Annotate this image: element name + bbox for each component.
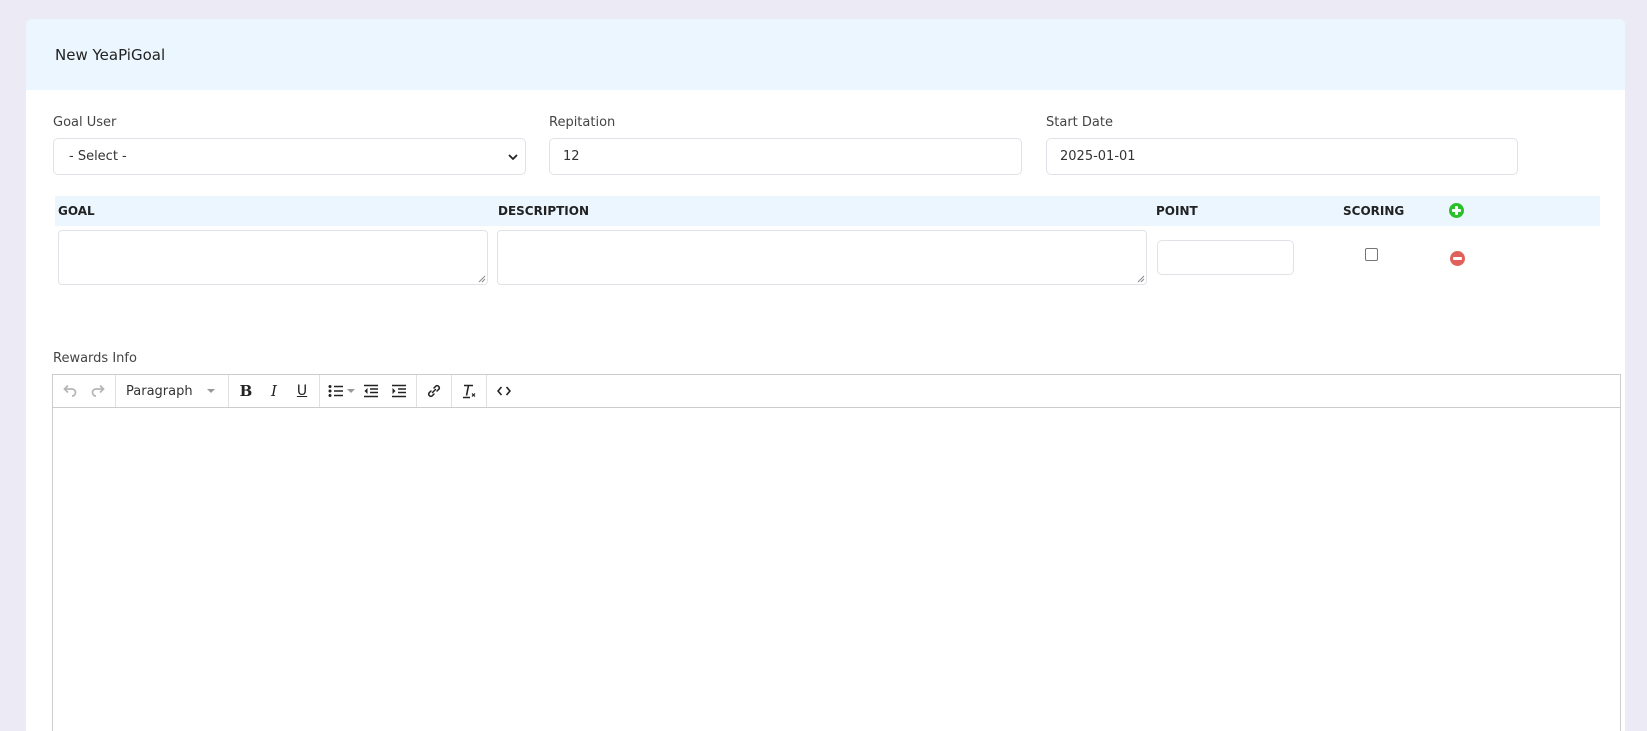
toolbar-history-group — [53, 375, 116, 407]
goal-user-select[interactable]: - Select - — [53, 138, 526, 175]
rewards-info-label: Rewards Info — [53, 351, 137, 366]
clear-formatting-icon[interactable] — [455, 377, 483, 405]
undo-icon[interactable] — [56, 377, 84, 405]
toolbar-style-group: B I U — [229, 375, 320, 407]
editor-toolbar: Paragraph B I U — [53, 375, 1620, 408]
card-header: New YeaPiGoal — [26, 19, 1625, 90]
link-icon[interactable] — [420, 377, 448, 405]
start-date-label: Start Date — [1046, 115, 1113, 130]
goal-form-card: New YeaPiGoal Goal User - Select - Repit… — [26, 19, 1625, 731]
column-header-goal: GOAL — [58, 204, 95, 218]
outdent-icon[interactable] — [357, 377, 385, 405]
remove-row-icon[interactable] — [1450, 251, 1465, 266]
repitation-input[interactable]: 12 — [549, 138, 1022, 175]
start-date-input[interactable]: 2025-01-01 — [1046, 138, 1518, 175]
chevron-down-icon — [508, 154, 518, 160]
bullet-list-icon[interactable] — [323, 377, 357, 405]
toolbar-format-group: Paragraph — [116, 375, 229, 407]
repitation-label: Repitation — [549, 115, 616, 130]
caret-down-icon — [207, 389, 215, 393]
caret-down-icon — [347, 389, 355, 393]
repitation-value: 12 — [563, 149, 580, 164]
add-row-icon[interactable] — [1449, 203, 1464, 218]
underline-icon[interactable]: U — [288, 377, 316, 405]
point-input[interactable] — [1157, 240, 1294, 275]
block-format-label: Paragraph — [126, 383, 193, 399]
start-date-value: 2025-01-01 — [1060, 149, 1136, 164]
toolbar-link-group — [417, 375, 452, 407]
resize-grip-icon[interactable] — [1137, 275, 1145, 283]
goal-textarea[interactable] — [58, 230, 488, 285]
scoring-checkbox[interactable] — [1365, 248, 1378, 261]
italic-icon[interactable]: I — [260, 377, 288, 405]
resize-grip-icon[interactable] — [478, 275, 486, 283]
toolbar-list-group — [320, 375, 417, 407]
page-title: New YeaPiGoal — [55, 45, 166, 64]
description-textarea[interactable] — [497, 230, 1147, 285]
block-format-dropdown[interactable]: Paragraph — [119, 377, 225, 405]
toolbar-clear-group — [452, 375, 487, 407]
toolbar-code-group — [487, 375, 521, 407]
rich-text-editor: Paragraph B I U — [52, 374, 1621, 731]
goal-user-label: Goal User — [53, 115, 117, 130]
goals-table-header: GOAL DESCRIPTION POINT SCORING — [55, 196, 1600, 226]
column-header-scoring: SCORING — [1343, 204, 1405, 218]
editor-content-area[interactable] — [53, 408, 1620, 731]
column-header-point: POINT — [1156, 204, 1198, 218]
indent-icon[interactable] — [385, 377, 413, 405]
bold-icon[interactable]: B — [232, 377, 260, 405]
redo-icon[interactable] — [84, 377, 112, 405]
source-code-icon[interactable] — [490, 377, 518, 405]
goal-user-selected-value: - Select - — [69, 149, 127, 164]
column-header-description: DESCRIPTION — [498, 204, 590, 218]
